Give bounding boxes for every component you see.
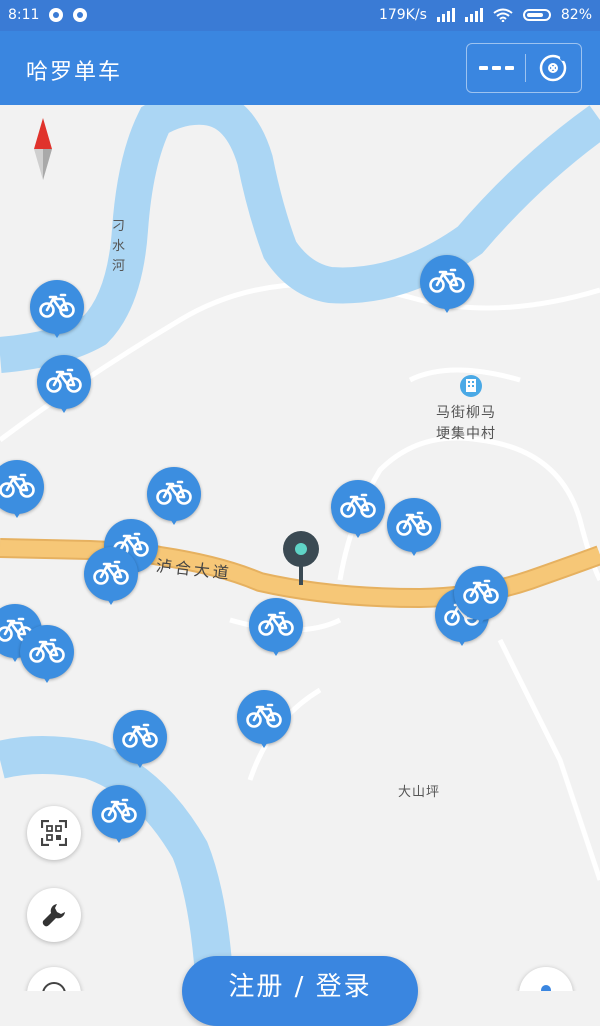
battery-level: 82%	[560, 7, 592, 23]
bike-marker[interactable]	[0, 460, 44, 522]
bicycle-icon	[0, 473, 35, 498]
bicycle-icon	[340, 493, 376, 518]
compass-icon[interactable]	[32, 118, 54, 180]
capsule-divider	[525, 54, 526, 82]
bike-marker[interactable]	[237, 690, 291, 752]
bicycle-icon	[29, 638, 65, 663]
bike-marker[interactable]	[249, 598, 303, 660]
wrench-icon	[42, 904, 65, 927]
bike-marker[interactable]	[331, 480, 385, 542]
user-icon	[541, 985, 551, 991]
bike-marker[interactable]	[113, 710, 167, 772]
bike-marker[interactable]	[387, 498, 441, 560]
status-bar: 8:11 179K/s 82%	[0, 0, 600, 31]
bicycle-icon	[396, 511, 432, 536]
scan-qr-button[interactable]	[27, 806, 81, 860]
app-notification-icon	[73, 8, 88, 22]
bicycle-icon	[39, 293, 75, 318]
bike-marker[interactable]	[30, 280, 84, 342]
bike-marker[interactable]	[37, 355, 91, 417]
village-label-2: 埂集中村	[436, 426, 496, 442]
mini-program-capsule	[466, 43, 582, 93]
building-icon	[460, 375, 482, 397]
repair-button[interactable]	[27, 888, 81, 942]
bicycle-icon	[429, 268, 465, 293]
bike-marker[interactable]	[420, 255, 474, 317]
signal-icon	[436, 8, 455, 22]
bicycle-icon	[246, 703, 282, 728]
bike-marker[interactable]	[92, 785, 146, 847]
register-login-button[interactable]: 注册 / 登录	[182, 956, 418, 1026]
place-label: 大山坪	[398, 785, 441, 800]
signal-icon-2	[464, 8, 483, 22]
map-view[interactable]: 刁水河 泸合大道 马街柳马 埂集中村 大山坪	[0, 105, 600, 991]
net-speed: 179K/s	[378, 7, 427, 23]
bike-marker[interactable]	[84, 547, 138, 609]
status-time: 8:11	[8, 7, 40, 23]
bike-marker[interactable]	[20, 625, 74, 687]
battery-icon	[522, 9, 551, 21]
village-label-1: 马街柳马	[436, 405, 496, 421]
app-header: 哈罗单车	[0, 31, 600, 105]
bicycle-icon	[93, 560, 129, 585]
bicycle-icon	[463, 579, 499, 604]
help-circle-icon	[42, 982, 66, 991]
close-circle-icon[interactable]	[537, 52, 569, 84]
wifi-icon	[493, 8, 513, 22]
bicycle-icon	[101, 798, 137, 823]
river-label: 刁水河	[112, 219, 127, 274]
bicycle-icon	[156, 480, 192, 505]
bicycle-icon	[258, 611, 294, 636]
more-dots-icon[interactable]	[467, 44, 525, 92]
app-title: 哈罗单车	[26, 60, 123, 85]
bike-marker[interactable]	[454, 566, 508, 628]
bicycle-icon	[46, 368, 82, 393]
scan-qr-icon	[41, 820, 67, 846]
notification-icon	[49, 8, 64, 22]
location-pin-icon	[283, 531, 319, 587]
bicycle-icon	[122, 723, 158, 748]
